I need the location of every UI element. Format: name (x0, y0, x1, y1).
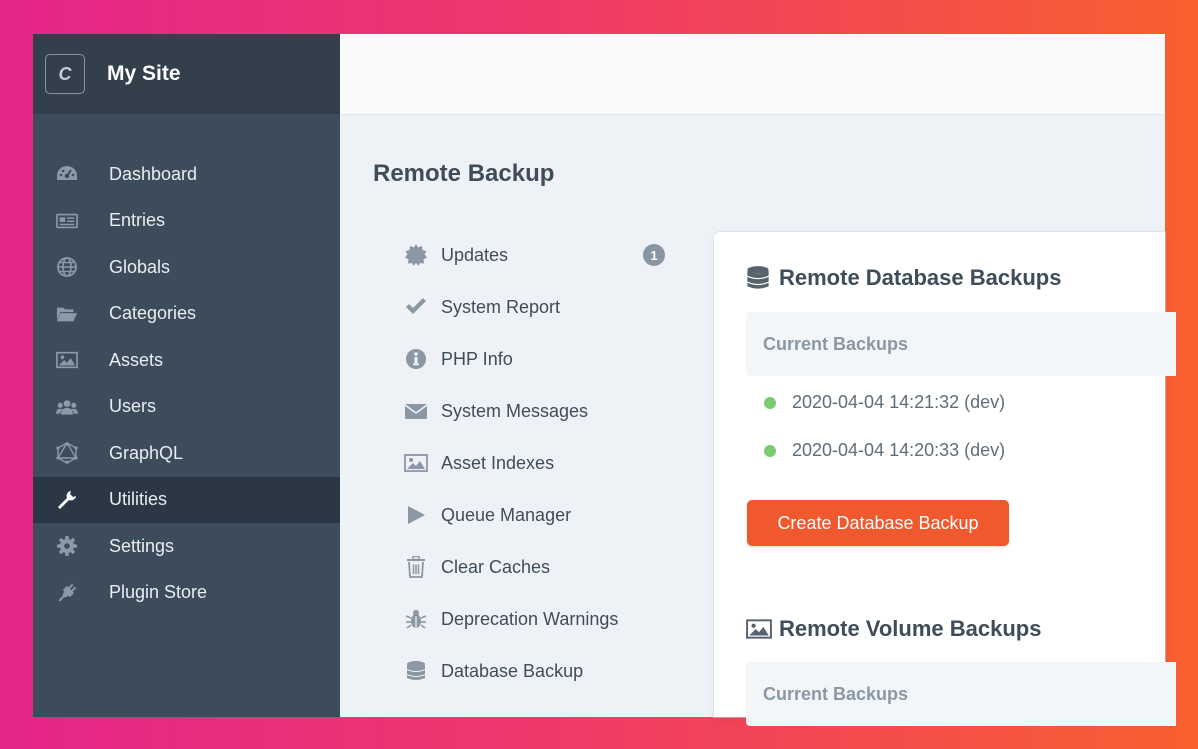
sidebar-item-plugin-store[interactable]: Plugin Store (33, 570, 340, 617)
sidebar-item-label: Globals (109, 256, 171, 277)
bug-icon (404, 607, 428, 631)
util-item-system-messages[interactable]: System Messages (404, 385, 674, 437)
site-logo[interactable]: C (45, 54, 85, 94)
sidebar-item-label: Plugin Store (109, 582, 208, 603)
database-icon (746, 265, 772, 291)
dashboard-icon (56, 163, 78, 185)
util-item-queue-manager[interactable]: Queue Manager (404, 489, 674, 541)
sidebar-item-label: Assets (109, 349, 164, 370)
backup-label: 2020-04-04 14:21:32 (dev) (792, 392, 1006, 412)
db-backups-title: Remote Database Backups (779, 265, 1062, 290)
play-icon (404, 503, 428, 527)
users-icon (56, 396, 78, 418)
cog-burst-icon (404, 243, 428, 267)
util-item-deprecation-warnings[interactable]: Deprecation Warnings (404, 593, 674, 645)
trash-icon (404, 555, 428, 579)
database-icon (404, 659, 428, 683)
util-item-label: Database Backup (441, 660, 584, 681)
util-item-label: PHP Info (441, 348, 513, 369)
sidebar-item-label: Settings (109, 535, 175, 556)
backup-label: 2020-04-04 14:20:33 (dev) (792, 440, 1006, 460)
sidebar-item-settings[interactable]: Settings (33, 523, 340, 570)
sidebar-item-dashboard[interactable]: Dashboard (33, 151, 340, 198)
volume-backups-heading: Remote Volume Backups (746, 616, 1041, 642)
status-dot (764, 396, 776, 409)
sidebar-item-users[interactable]: Users (33, 384, 340, 431)
sidebar-item-entries[interactable]: Entries (33, 198, 340, 245)
site-name[interactable]: My Site (107, 62, 181, 86)
top-bar (340, 34, 1165, 115)
plug-icon (56, 582, 78, 604)
util-item-label: System Report (441, 296, 561, 317)
newspaper-icon (56, 210, 78, 232)
sidebar: C My Site Dashboard Entries Globals Cate… (33, 34, 340, 717)
util-item-label: Clear Caches (441, 556, 551, 577)
current-backups-label: Current Backups (763, 333, 909, 354)
sidebar-item-label: Categories (109, 303, 197, 324)
backup-item[interactable]: 2020-04-04 14:21:32 (dev) (764, 392, 1005, 413)
db-current-backups-header: Current Backups (746, 312, 1176, 376)
sidebar-nav: Dashboard Entries Globals Categories Ass… (33, 151, 340, 616)
volume-current-backups-header: Current Backups (746, 662, 1176, 726)
image-icon (56, 349, 78, 371)
create-database-backup-button[interactable]: Create Database Backup (747, 500, 1009, 546)
util-item-label: Deprecation Warnings (441, 608, 619, 629)
sidebar-item-label: Entries (109, 210, 166, 231)
utilities-nav: Updates 1 System Report PHP Info System … (404, 229, 674, 697)
backup-item[interactable]: 2020-04-04 14:20:33 (dev) (764, 440, 1005, 461)
db-backups-heading: Remote Database Backups (746, 265, 1061, 291)
updates-count-badge: 1 (643, 244, 665, 266)
envelope-icon (404, 399, 428, 423)
util-item-asset-indexes[interactable]: Asset Indexes (404, 437, 674, 489)
current-backups-label: Current Backups (763, 683, 909, 704)
util-item-label: Updates (441, 244, 509, 265)
globe-icon (56, 256, 78, 278)
util-item-label: Asset Indexes (441, 452, 555, 473)
volume-backups-title: Remote Volume Backups (779, 616, 1042, 641)
gear-icon (56, 535, 78, 557)
sidebar-item-globals[interactable]: Globals (33, 244, 340, 291)
page-title: Remote Backup (373, 160, 555, 187)
site-header[interactable]: C My Site (33, 34, 340, 114)
folder-open-icon (56, 303, 78, 325)
util-item-php-info[interactable]: PHP Info (404, 333, 674, 385)
sidebar-item-label: Dashboard (109, 163, 198, 184)
sidebar-item-categories[interactable]: Categories (33, 291, 340, 338)
image-icon (746, 616, 772, 642)
sidebar-item-graphql[interactable]: GraphQL (33, 430, 340, 477)
util-item-updates[interactable]: Updates 1 (404, 229, 674, 281)
graphql-icon (56, 442, 78, 465)
remote-backup-card: Remote Database Backups Current Backups … (714, 232, 1176, 726)
sidebar-item-label: Users (109, 396, 157, 417)
check-icon (404, 295, 428, 319)
util-item-label: Queue Manager (441, 504, 572, 525)
sidebar-item-utilities[interactable]: Utilities (33, 476, 340, 523)
status-dot (764, 444, 776, 457)
util-item-clear-caches[interactable]: Clear Caches (404, 541, 674, 593)
sidebar-item-label: Utilities (109, 489, 168, 510)
util-item-label: System Messages (441, 400, 589, 421)
util-item-system-report[interactable]: System Report (404, 281, 674, 333)
util-item-database-backup[interactable]: Database Backup (404, 645, 674, 697)
wrench-icon (56, 489, 78, 511)
sidebar-item-assets[interactable]: Assets (33, 337, 340, 384)
sidebar-item-label: GraphQL (109, 442, 184, 463)
image-icon (404, 451, 428, 475)
info-icon (404, 347, 428, 371)
